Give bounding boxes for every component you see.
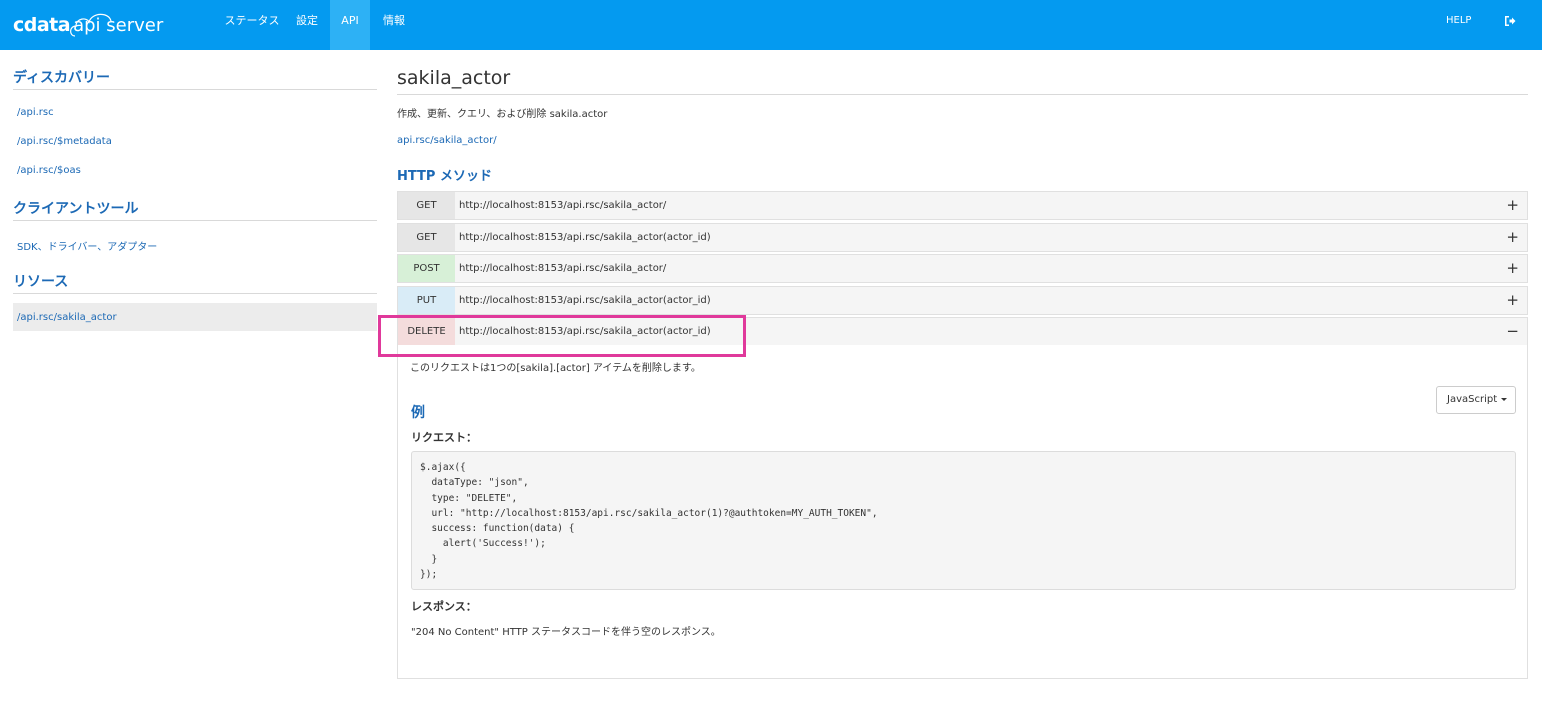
expand-icon[interactable]: +	[1506, 255, 1519, 282]
expand-icon[interactable]: +	[1506, 287, 1519, 314]
logo-brand: cdata	[13, 14, 71, 36]
nav-status[interactable]: ステータス	[222, 0, 282, 42]
nav-info[interactable]: 情報	[374, 0, 414, 42]
method-row-put[interactable]: PUT http://localhost:8153/api.rsc/sakila…	[397, 286, 1528, 315]
request-title: リクエスト：	[411, 431, 477, 444]
response-text: "204 No Content" HTTP ステータスコードを伴う空のレスポンス…	[411, 627, 721, 638]
divider	[13, 220, 377, 221]
method-badge: GET	[398, 192, 455, 219]
divider	[397, 94, 1528, 95]
sidebar-link-api-rsc[interactable]: /api.rsc	[17, 107, 54, 118]
sidebar-link-oas[interactable]: /api.rsc/$oas	[17, 165, 81, 176]
divider	[13, 293, 377, 294]
divider	[13, 89, 377, 90]
method-row-post[interactable]: POST http://localhost:8153/api.rsc/sakil…	[397, 254, 1528, 283]
sign-out-icon[interactable]	[1503, 14, 1517, 28]
sidebar-resources-title: リソース	[13, 274, 69, 290]
example-title: 例	[411, 405, 425, 421]
method-endpoint: http://localhost:8153/api.rsc/sakila_act…	[459, 263, 667, 274]
help-link[interactable]: HELP	[1446, 0, 1471, 42]
nav-api[interactable]: API	[330, 0, 370, 50]
language-dropdown[interactable]: JavaScript	[1436, 386, 1516, 414]
nav-settings[interactable]: 設定	[287, 0, 327, 42]
cloud-outline-icon	[70, 13, 112, 37]
collapse-icon[interactable]: −	[1506, 318, 1519, 345]
delete-description: このリクエストは1つの[sakila].[actor] アイテムを削除します。	[410, 363, 701, 374]
method-endpoint: http://localhost:8153/api.rsc/sakila_act…	[459, 295, 711, 306]
method-badge: GET	[398, 224, 455, 251]
expand-icon[interactable]: +	[1506, 192, 1519, 219]
sidebar-discovery-title: ディスカバリー	[13, 70, 111, 86]
page-title: sakila_actor	[397, 67, 511, 89]
expand-icon[interactable]: +	[1506, 224, 1519, 251]
http-methods-title: HTTP メソッド	[397, 169, 492, 184]
response-title: レスポンス：	[411, 600, 477, 613]
caret-down-icon	[1501, 397, 1508, 401]
method-endpoint: http://localhost:8153/api.rsc/sakila_act…	[459, 200, 667, 211]
resource-description: 作成、更新、クエリ、および削除 sakila.actor	[397, 109, 608, 120]
method-endpoint: http://localhost:8153/api.rsc/sakila_act…	[459, 232, 711, 243]
method-badge: PUT	[398, 287, 455, 314]
cdata-logo[interactable]: cdata api server	[13, 10, 163, 40]
method-badge: POST	[398, 255, 455, 282]
sidebar-link-sakila-actor[interactable]: /api.rsc/sakila_actor	[17, 312, 117, 323]
logo-product: api server	[70, 13, 163, 37]
resource-url-link[interactable]: api.rsc/sakila_actor/	[397, 135, 497, 146]
request-code-block: $.ajax({ dataType: "json", type: "DELETE…	[411, 451, 1516, 590]
sidebar-link-sdk[interactable]: SDK、ドライバー、アダプター	[17, 238, 157, 253]
sidebar-client-tools-title: クライアントツール	[13, 201, 139, 217]
top-navbar: cdata api server ステータス 設定 API 情報 HELP	[0, 0, 1542, 50]
highlight-box	[378, 315, 746, 357]
delete-method-panel: このリクエストは1つの[sakila].[actor] アイテムを削除します。 …	[397, 345, 1528, 679]
sidebar-link-metadata[interactable]: /api.rsc/$metadata	[17, 136, 112, 147]
language-dropdown-label: JavaScript	[1447, 394, 1498, 405]
method-row-get-collection[interactable]: GET http://localhost:8153/api.rsc/sakila…	[397, 191, 1528, 220]
method-row-get-item[interactable]: GET http://localhost:8153/api.rsc/sakila…	[397, 223, 1528, 252]
